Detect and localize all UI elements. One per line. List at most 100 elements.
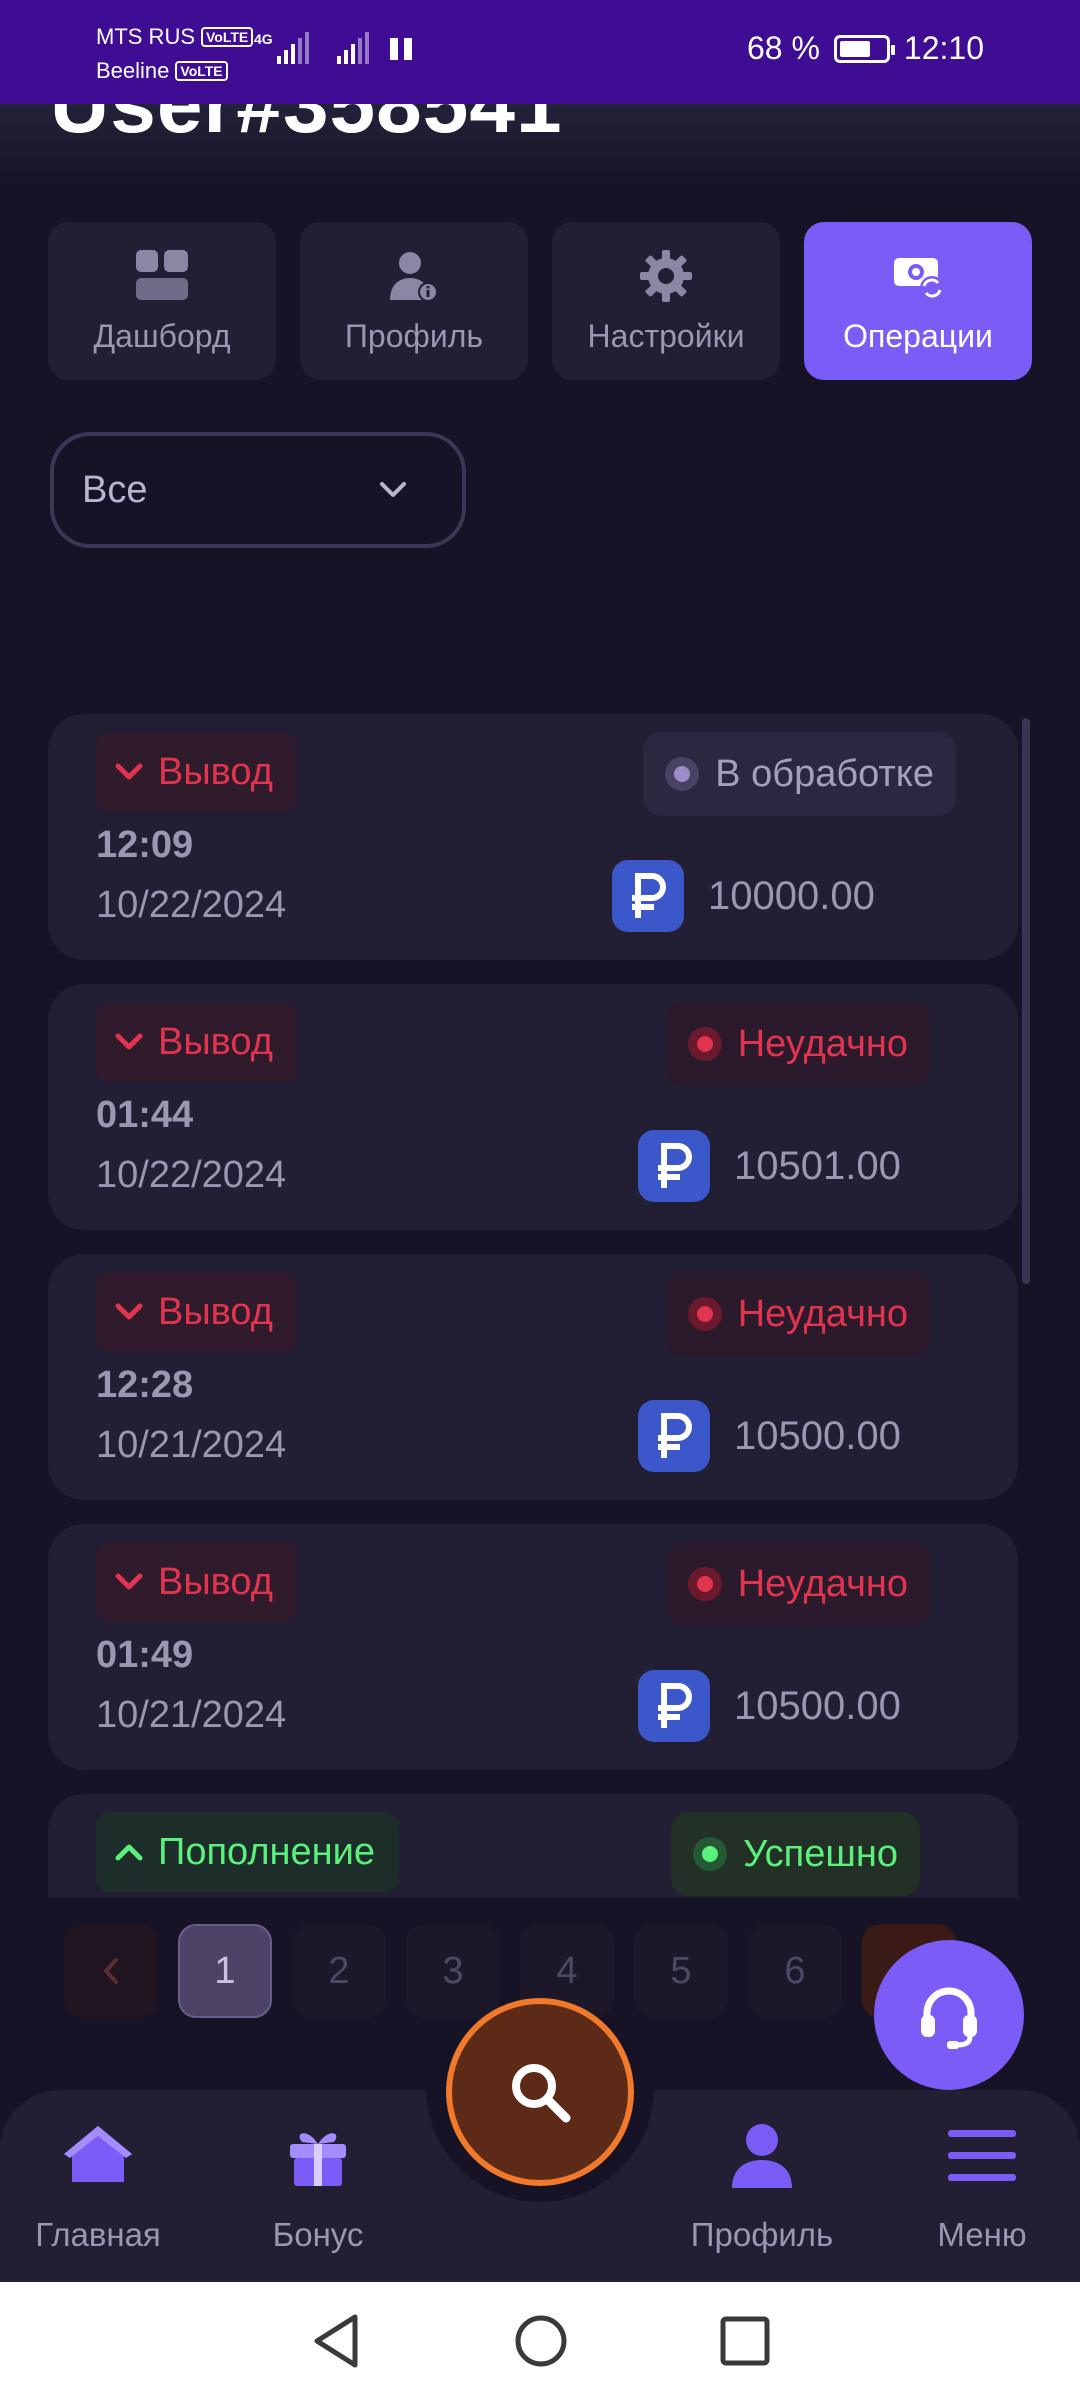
nav-home[interactable]: Главная [8, 2118, 188, 2254]
tab-dashboard[interactable]: Дашборд [48, 222, 276, 380]
status-badge: Неудачно [665, 1542, 930, 1626]
chevron-down-icon [115, 1303, 143, 1320]
ruble-icon [638, 1670, 710, 1742]
ruble-icon [638, 1400, 710, 1472]
account-tabs: Дашборд Профиль Настройки Операции [48, 222, 1032, 380]
carrier-info: MTS RUS VoLTE Beeline VoLTE [96, 20, 254, 88]
carrier-1: MTS RUS [96, 24, 195, 49]
status-dot-icon [687, 1027, 722, 1061]
operation-amount: 10500.00 [638, 1400, 901, 1472]
status-label: Неудачно [737, 1022, 908, 1065]
operation-time: 12:28 [96, 1364, 194, 1406]
chevron-left-icon [103, 1958, 118, 1984]
operation-type-label: Пополнение [158, 1830, 375, 1873]
support-chat-button[interactable] [874, 1940, 1024, 2090]
chevron-down-icon [115, 1573, 143, 1590]
ruble-icon [612, 860, 684, 932]
signal-strength-icon [336, 32, 369, 64]
nav-label: Бонус [272, 2216, 364, 2253]
tab-label: Дашборд [93, 317, 231, 354]
status-label: В обработке [715, 752, 934, 795]
gift-box-icon [290, 2133, 346, 2186]
page-button-3[interactable]: 3 [406, 1924, 500, 2018]
operation-type-badge: Вывод [96, 1002, 297, 1082]
operations-list: Вывод 12:09 10/22/2024 В обработке 10000… [48, 714, 1018, 1898]
chevron-down-icon [115, 1033, 143, 1050]
operation-date: 10/21/2024 [96, 1424, 287, 1466]
user-icon [732, 2124, 792, 2188]
page-button-2[interactable]: 2 [292, 1924, 386, 2018]
operation-date: 10/22/2024 [96, 884, 287, 926]
operation-card[interactable]: Пополнение Успешно [48, 1794, 1018, 1898]
operation-type-badge: Вывод [96, 1272, 297, 1352]
status-dot-icon [687, 1297, 722, 1331]
nav-menu[interactable]: Меню [892, 2118, 1072, 2254]
tab-operations[interactable]: Операции [804, 222, 1032, 380]
operation-type-label: Вывод [158, 1560, 273, 1603]
home-circle-icon[interactable] [513, 2313, 569, 2369]
clock: 12:10 [903, 30, 984, 66]
operation-amount: 10501.00 [638, 1130, 901, 1202]
operation-type-badge: Вывод [96, 732, 297, 812]
tab-profile[interactable]: Профиль [300, 222, 528, 380]
signal-icons: 4G [254, 32, 369, 64]
status-label: Неудачно [737, 1562, 908, 1605]
battery-icon [833, 34, 895, 63]
system-navigation-bar [0, 2282, 1080, 2400]
status-badge: Неудачно [665, 1272, 930, 1356]
tab-label: Профиль [344, 317, 484, 354]
headset-icon [921, 1987, 977, 2049]
list-scrollbar[interactable] [1022, 718, 1030, 1284]
operation-type-badge: Пополнение [96, 1812, 399, 1892]
dashboard-icon [136, 249, 188, 300]
operation-card[interactable]: Вывод 12:28 10/21/2024 Неудачно 10500.00 [48, 1254, 1018, 1500]
page-button-6[interactable]: 6 [748, 1924, 842, 2018]
home-icon [64, 2126, 132, 2182]
money-exchange-icon [894, 257, 944, 300]
operation-time: 12:09 [96, 824, 194, 866]
network-type: 4G [254, 31, 273, 47]
battery-percent: 68 % [746, 30, 820, 66]
volte-badge: VoLTE [201, 27, 254, 47]
carrier-2: Beeline [96, 58, 170, 83]
amount-value: 10000.00 [708, 873, 875, 918]
tab-label: Настройки [587, 317, 745, 354]
status-bar: MTS RUS VoLTE Beeline VoLTE 4G 68 % 12:10 [0, 0, 1080, 104]
status-dot-icon [665, 757, 700, 791]
operation-card[interactable]: Вывод 12:09 10/22/2024 В обработке 10000… [48, 714, 1018, 960]
volte-badge: VoLTE [175, 61, 228, 81]
nav-profile[interactable]: Профиль [672, 2118, 852, 2254]
operation-type-label: Вывод [158, 1290, 273, 1333]
ruble-icon [638, 1130, 710, 1202]
nav-bonus[interactable]: Бонус [228, 2118, 408, 2254]
filter-selected-value: Все [82, 468, 148, 511]
operation-date: 10/22/2024 [96, 1154, 287, 1196]
operation-type-filter[interactable]: Все [50, 432, 466, 548]
status-label: Успешно [743, 1832, 898, 1875]
recents-square-icon[interactable] [719, 2315, 771, 2367]
back-icon[interactable] [309, 2311, 363, 2371]
amount-value: 10501.00 [734, 1143, 901, 1188]
page-button-1[interactable]: 1 [178, 1924, 272, 2018]
nav-label: Главная [35, 2216, 161, 2253]
tab-label: Операции [843, 317, 993, 354]
operation-card[interactable]: Вывод 01:44 10/22/2024 Неудачно 10501.00 [48, 984, 1018, 1230]
operation-type-label: Вывод [158, 1020, 273, 1063]
prev-page-button[interactable] [64, 1924, 158, 2018]
hamburger-menu-icon [948, 2130, 1016, 2181]
operation-amount: 10000.00 [612, 860, 875, 932]
status-label: Неудачно [737, 1292, 908, 1335]
tab-settings[interactable]: Настройки [552, 222, 780, 380]
operation-type-label: Вывод [158, 750, 273, 793]
chevron-down-icon [115, 763, 143, 780]
profile-info-icon [390, 251, 438, 302]
nav-label: Профиль [690, 2216, 834, 2253]
search-icon [512, 2064, 571, 2123]
operation-date: 10/21/2024 [96, 1694, 287, 1736]
status-dot-icon [693, 1837, 728, 1871]
status-badge: Успешно [671, 1812, 920, 1896]
battery-level [839, 40, 870, 57]
page-button-5[interactable]: 5 [634, 1924, 728, 2018]
search-button[interactable] [446, 1998, 634, 2186]
operation-card[interactable]: Вывод 01:49 10/21/2024 Неудачно 10500.00 [48, 1524, 1018, 1770]
